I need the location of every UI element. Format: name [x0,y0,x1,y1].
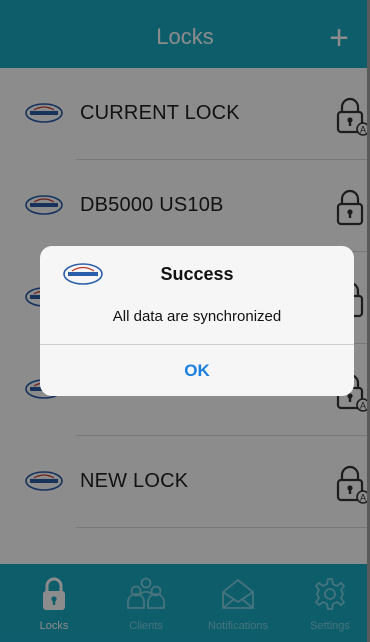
locks-screen: Locks + CURRENT LOCK A DB5000 US10B A NE… [0,0,370,642]
alert-title: Success [160,264,234,284]
success-alert: Success All data are synchronized OK [40,246,354,396]
alert-message: All data are synchronized [112,308,282,325]
ok-button[interactable]: OK [40,345,354,396]
